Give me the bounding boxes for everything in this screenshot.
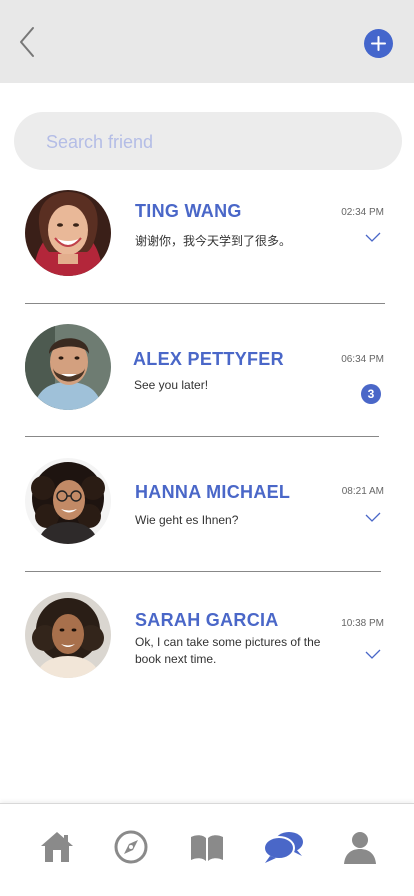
chat-item-sarah-garcia[interactable]: SARAH GARCIA 10:38 PM Ok, I can take som… (0, 592, 414, 702)
divider (25, 303, 385, 304)
read-check-icon (365, 232, 381, 242)
back-button[interactable] (14, 24, 42, 60)
divider (25, 436, 379, 437)
nav-chats[interactable] (262, 829, 306, 869)
book-icon (191, 835, 223, 861)
message-time: 06:34 PM (341, 354, 384, 365)
avatar (25, 190, 111, 276)
message-time: 02:34 PM (341, 207, 384, 218)
search-input[interactable] (44, 112, 376, 172)
user-icon (344, 832, 376, 864)
contact-name: TING WANG (135, 201, 242, 221)
compass-icon (114, 830, 148, 864)
bottom-navigation (0, 803, 414, 896)
nav-home[interactable] (35, 829, 79, 869)
message-time: 10:38 PM (341, 618, 384, 629)
avatar (25, 458, 111, 544)
contact-name: ALEX PETTYFER (133, 349, 284, 369)
nav-profile[interactable] (338, 829, 382, 869)
plus-icon (371, 36, 386, 51)
last-message: Ok, I can take some pictures of the book… (135, 635, 321, 666)
avatar (25, 324, 111, 410)
unread-count-badge: 3 (361, 384, 381, 404)
contact-name: SARAH GARCIA (135, 610, 279, 630)
contact-name: HANNA MICHAEL (135, 482, 291, 502)
avatar (25, 592, 111, 678)
chat-item-hanna-michael[interactable]: HANNA MICHAEL 08:21 AM Wie geht es Ihnen… (0, 458, 414, 570)
chevron-left-icon (20, 27, 34, 57)
chat-list-screen: TING WANG 02:34 PM 谢谢你，我今天学到了很多。 ALEX PE… (0, 0, 414, 896)
chat-bubbles-icon (263, 832, 303, 863)
search-bar (14, 112, 402, 172)
chat-item-ting-wang[interactable]: TING WANG 02:34 PM 谢谢你，我今天学到了很多。 (0, 190, 414, 302)
top-bar (0, 0, 414, 83)
divider (25, 571, 381, 572)
last-message: 谢谢你，我今天学到了很多。 (135, 234, 292, 248)
last-message: See you later! (134, 378, 209, 392)
nav-library[interactable] (185, 829, 229, 869)
add-chat-button[interactable] (364, 29, 393, 58)
nav-explore[interactable] (109, 829, 153, 869)
message-time: 08:21 AM (341, 486, 384, 497)
read-check-icon (365, 649, 381, 659)
chat-item-alex-pettyfer[interactable]: ALEX PETTYFER 06:34 PM See you later! 3 (0, 324, 414, 434)
read-check-icon (365, 512, 381, 522)
last-message: Wie geht es Ihnen? (135, 513, 239, 527)
home-icon (41, 832, 73, 862)
